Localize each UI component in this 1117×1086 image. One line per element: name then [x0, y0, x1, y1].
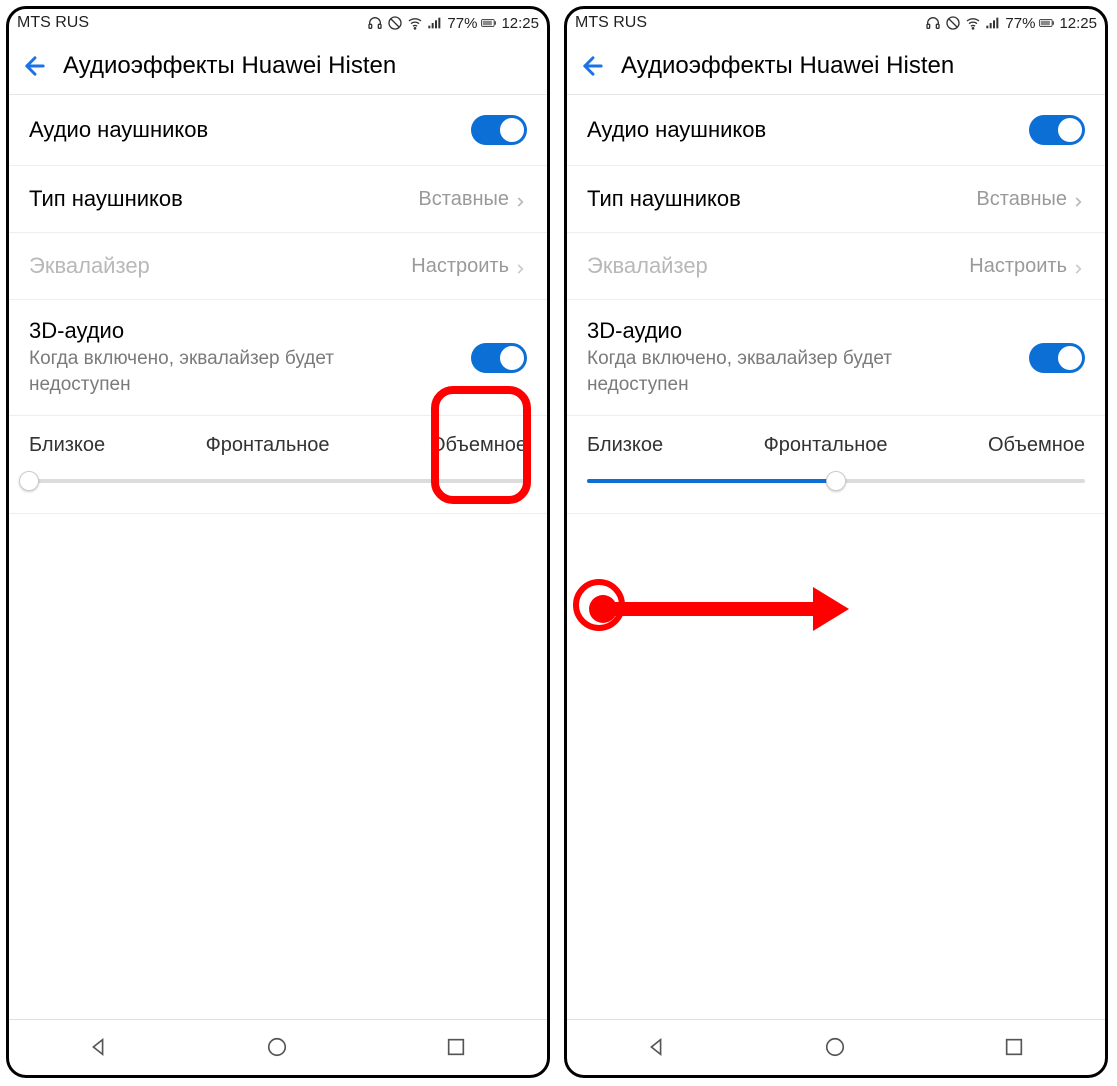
battery-icon: [481, 15, 497, 31]
headphone-audio-toggle[interactable]: [471, 115, 527, 145]
headphone-type-value: Вставные: [418, 188, 509, 211]
clock: 12:25: [1059, 15, 1097, 32]
headphone-icon: [925, 15, 941, 31]
chevron-right-icon: [1071, 259, 1085, 273]
row-value: Вставные: [976, 188, 1085, 211]
slider-label-close: Близкое: [29, 434, 105, 457]
back-button[interactable]: [21, 52, 49, 80]
row-headphone-type[interactable]: Тип наушников Вставные: [567, 166, 1105, 233]
status-right: 77% 12:25: [367, 15, 539, 32]
slider-label-front: Фронтальное: [764, 434, 888, 457]
clock: 12:25: [501, 15, 539, 32]
row-3d-audio[interactable]: 3D-аудио Когда включено, эквалайзер буде…: [567, 300, 1105, 416]
slider-label-front: Фронтальное: [206, 434, 330, 457]
row-label: Тип наушников: [587, 186, 741, 212]
row-label: 3D-аудио: [29, 318, 349, 344]
page-title: Аудиоэффекты Huawei Histen: [621, 52, 954, 80]
row-equalizer: Эквалайзер Настроить: [9, 233, 547, 300]
chevron-right-icon: [513, 259, 527, 273]
3d-audio-toggle[interactable]: [471, 343, 527, 373]
carrier-label: MTS RUS: [575, 14, 647, 32]
slider-label-close: Близкое: [587, 434, 663, 457]
carrier-label: MTS RUS: [17, 14, 89, 32]
row-label: Эквалайзер: [29, 253, 150, 279]
slider-section: Близкое Фронтальное Объемное: [567, 416, 1105, 514]
slider-thumb[interactable]: [826, 471, 846, 491]
page-title: Аудиоэффекты Huawei Histen: [63, 52, 396, 80]
chevron-right-icon: [513, 192, 527, 206]
row-headphone-type[interactable]: Тип наушников Вставные: [9, 166, 547, 233]
3d-audio-toggle[interactable]: [1029, 343, 1085, 373]
dnd-icon: [945, 15, 961, 31]
row-value: Настроить: [969, 255, 1085, 278]
row-headphone-audio[interactable]: Аудио наушников: [9, 95, 547, 166]
status-bar: MTS RUS 77% 12:25: [567, 9, 1105, 37]
row-label: Эквалайзер: [587, 253, 708, 279]
phone-left: MTS RUS 77% 12:25 Аудиоэффекты Huaw: [6, 6, 550, 1078]
battery-percent: 77%: [1005, 15, 1035, 32]
row-label: Аудио наушников: [29, 117, 208, 143]
status-bar: MTS RUS 77% 12:25: [9, 9, 547, 37]
equalizer-value: Настроить: [411, 255, 509, 278]
battery-icon: [1039, 15, 1055, 31]
row-value: Вставные: [418, 188, 527, 211]
row-label: Тип наушников: [29, 186, 183, 212]
back-button[interactable]: [579, 52, 607, 80]
wifi-icon: [965, 15, 981, 31]
phone-right: MTS RUS 77% 12:25 Аудиоэффекты Huaw: [564, 6, 1108, 1078]
nav-bar: [567, 1019, 1105, 1075]
row-equalizer: Эквалайзер Настроить: [567, 233, 1105, 300]
nav-home-icon[interactable]: [266, 1036, 290, 1060]
row-value: Настроить: [411, 255, 527, 278]
nav-back-icon[interactable]: [645, 1036, 669, 1060]
nav-back-icon[interactable]: [87, 1036, 111, 1060]
nav-recent-icon[interactable]: [1003, 1036, 1027, 1060]
dnd-icon: [387, 15, 403, 31]
row-headphone-audio[interactable]: Аудио наушников: [567, 95, 1105, 166]
header: Аудиоэффекты Huawei Histen: [567, 37, 1105, 95]
slider-section: Близкое Фронтальное Объемное: [9, 416, 547, 514]
slider-label-surround: Объемное: [988, 434, 1085, 457]
headphone-icon: [367, 15, 383, 31]
row-sublabel: Когда включено, эквалайзер будет недосту…: [29, 346, 349, 397]
battery-percent: 77%: [447, 15, 477, 32]
equalizer-value: Настроить: [969, 255, 1067, 278]
headphone-type-value: Вставные: [976, 188, 1067, 211]
headphone-audio-toggle[interactable]: [1029, 115, 1085, 145]
slider-track-fill: [587, 479, 836, 483]
slider-track: [29, 479, 527, 483]
row-label: Аудио наушников: [587, 117, 766, 143]
3d-effect-slider[interactable]: [587, 471, 1085, 491]
content: Аудио наушников Тип наушников Вставные Э…: [567, 95, 1105, 1019]
wifi-icon: [407, 15, 423, 31]
row-sublabel: Когда включено, эквалайзер будет недосту…: [587, 346, 907, 397]
status-right: 77% 12:25: [925, 15, 1097, 32]
slider-labels: Близкое Фронтальное Объемное: [587, 434, 1085, 457]
slider-thumb[interactable]: [19, 471, 39, 491]
nav-home-icon[interactable]: [824, 1036, 848, 1060]
slider-label-surround: Объемное: [430, 434, 527, 457]
signal-icon: [985, 15, 1001, 31]
nav-recent-icon[interactable]: [445, 1036, 469, 1060]
signal-icon: [427, 15, 443, 31]
content: Аудио наушников Тип наушников Вставные Э…: [9, 95, 547, 1019]
chevron-right-icon: [1071, 192, 1085, 206]
3d-effect-slider[interactable]: [29, 471, 527, 491]
row-label: 3D-аудио: [587, 318, 907, 344]
header: Аудиоэффекты Huawei Histen: [9, 37, 547, 95]
row-3d-audio[interactable]: 3D-аудио Когда включено, эквалайзер буде…: [9, 300, 547, 416]
nav-bar: [9, 1019, 547, 1075]
slider-labels: Близкое Фронтальное Объемное: [29, 434, 527, 457]
